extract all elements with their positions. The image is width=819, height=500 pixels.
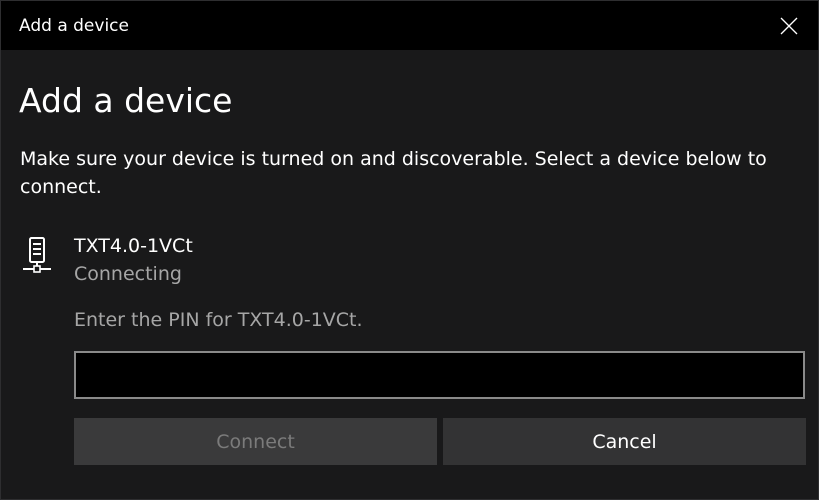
- close-button[interactable]: [760, 1, 818, 50]
- window-title: Add a device: [19, 16, 129, 36]
- title-bar: Add a device: [1, 1, 818, 50]
- instructions-text: Make sure your device is turned on and d…: [20, 148, 767, 198]
- network-device-icon: [23, 237, 51, 273]
- close-icon: [780, 17, 798, 34]
- pin-label: Enter the PIN for TXT4.0-1VCt.: [74, 309, 363, 331]
- page-title: Add a device: [19, 81, 233, 120]
- device-name: TXT4.0-1VCt: [74, 235, 193, 257]
- device-status: Connecting: [74, 263, 182, 285]
- pin-input[interactable]: [74, 351, 805, 399]
- add-device-dialog: Add a device Add a device Make sure your…: [0, 0, 819, 500]
- connect-button[interactable]: Connect: [74, 418, 437, 465]
- cancel-button[interactable]: Cancel: [443, 418, 806, 465]
